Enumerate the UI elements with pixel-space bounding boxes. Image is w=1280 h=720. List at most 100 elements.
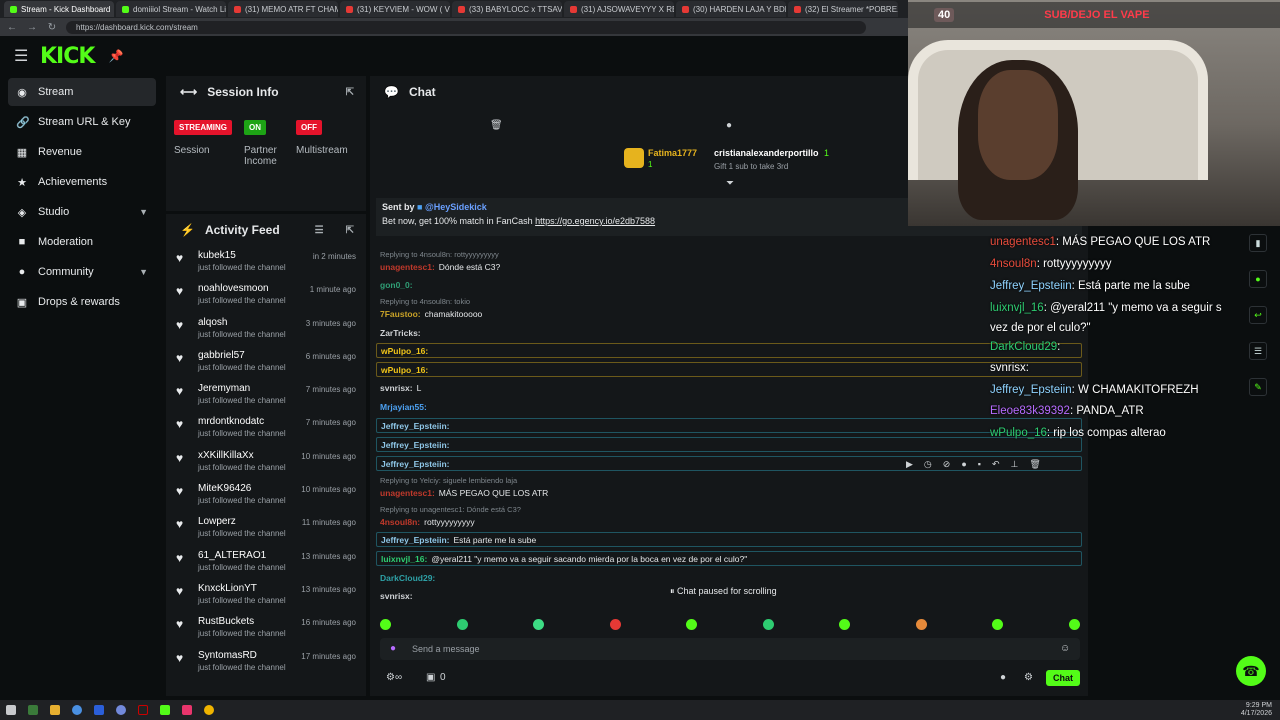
chat-message[interactable]: svnrisx:: [380, 591, 417, 601]
chat-message[interactable]: luixnvjl_16: @yeral211 "y memo va a segui…: [376, 551, 1082, 566]
feed-item[interactable]: ♥ xXKillKillaXx just followed the channel 1…: [166, 446, 366, 479]
chat-message[interactable]: unagentesc1: MÁS PEGAO QUE LOS ATR: [380, 488, 548, 498]
sidebar-item-community[interactable]: ● Community ▼: [8, 258, 156, 286]
chat-username[interactable]: wPulpo_16:: [381, 365, 428, 375]
chat-message[interactable]: Mrjayian55:: [380, 402, 431, 412]
browser-tab[interactable]: Stream - Kick Dashboard: [4, 1, 114, 17]
chat-username[interactable]: gon0_0:: [380, 280, 413, 290]
emote-picker-icon[interactable]: ☺: [1060, 643, 1070, 654]
sidebar-item-studio[interactable]: ◈ Studio ▼: [8, 198, 156, 226]
popout-icon[interactable]: ⇱: [346, 87, 354, 98]
menu-icon[interactable]: ☰: [14, 46, 30, 66]
reply-icon[interactable]: ↩: [1249, 306, 1267, 324]
chat-username[interactable]: 4nsoul8n:: [380, 517, 420, 527]
chat-message[interactable]: ZarTricks:: [380, 328, 425, 338]
delete-icon[interactable]: 🗑: [1029, 459, 1040, 473]
app-icon[interactable]: [28, 705, 38, 715]
emote-icon[interactable]: [456, 618, 468, 630]
sidebar-item-stream-url-key[interactable]: 🔗 Stream URL & Key: [8, 108, 156, 136]
chat-username[interactable]: unagentesc1:: [380, 488, 435, 498]
chat-username[interactable]: unagentesc1:: [380, 262, 435, 272]
sidebar-item-drops-rewards[interactable]: ▣ Drops & rewards: [8, 288, 156, 316]
back-icon[interactable]: ←: [6, 22, 18, 33]
chat-bubble-icon[interactable]: ●: [726, 120, 732, 131]
emote-icon[interactable]: [609, 618, 621, 630]
folder-icon[interactable]: [50, 705, 60, 715]
browser-tab[interactable]: (31) KEYVIEM - WOW ( VIDEO C...: [340, 1, 450, 17]
chat-message[interactable]: Jeffrey_Epsteiin:: [376, 437, 1082, 452]
pinned-user[interactable]: @HeySidekick: [425, 202, 487, 212]
trash-icon[interactable]: 🗑: [490, 120, 503, 131]
feed-item[interactable]: ♥ Lowperz just followed the channel 11 minu…: [166, 512, 366, 545]
chat-username[interactable]: luixnvjl_16:: [381, 554, 427, 564]
chat-username[interactable]: ZarTricks:: [380, 328, 421, 338]
chat-message[interactable]: svnrisx: L: [380, 383, 421, 393]
pin-icon[interactable]: ⊥: [1011, 459, 1019, 473]
gifter-name[interactable]: cristianalexanderportillo: [714, 148, 819, 158]
emote-icon[interactable]: [992, 618, 1004, 630]
feed-item[interactable]: ♥ mrdontknodatc just followed the channel 7…: [166, 412, 366, 445]
forward-icon[interactable]: →: [26, 22, 38, 33]
emote-icon[interactable]: [380, 618, 391, 630]
gift-user[interactable]: Fatima1777: [648, 148, 697, 158]
reply-icon[interactable]: ●: [961, 459, 966, 473]
app-icon[interactable]: [94, 705, 104, 715]
browser-tab[interactable]: domiiiol Stream - Watch Live o...: [116, 1, 226, 17]
emote-icon[interactable]: [1068, 618, 1080, 630]
feed-item[interactable]: ♥ Jeremyman just followed the channel 7 min…: [166, 379, 366, 412]
trash-icon[interactable]: ▮: [1249, 234, 1267, 252]
emote-icon[interactable]: [686, 618, 698, 630]
chat-paused-notice[interactable]: ⏸ Chat paused for scrolling: [670, 586, 777, 597]
gift-icon[interactable]: ▣: [426, 672, 435, 683]
chat-username[interactable]: svnrisx:: [380, 383, 413, 393]
chat-message[interactable]: wPulpo_16:: [376, 343, 1082, 358]
chat-message[interactable]: Jeffrey_Epsteiin: Está parte me la sube: [376, 532, 1082, 547]
address-input[interactable]: https://dashboard.kick.com/stream: [66, 20, 866, 34]
browser-tab[interactable]: (30) HARDEN LAJA Y BDREW S...: [676, 1, 786, 17]
kick-logo[interactable]: KICK: [40, 44, 95, 69]
chat-username[interactable]: Jeffrey_Epsteiin:: [381, 535, 450, 545]
chat-username[interactable]: Mrjayian55:: [380, 402, 427, 412]
channel-points-icon[interactable]: ⚙∞: [386, 672, 402, 683]
feed-item[interactable]: ♥ noahlovesmoon just followed the channel 1…: [166, 279, 366, 312]
chat-username[interactable]: Jeffrey_Epsteiin:: [381, 421, 450, 431]
feed-item[interactable]: ♥ kubek15 just followed the channel in 2 mi…: [166, 246, 366, 279]
chat-username[interactable]: wPulpo_16:: [381, 346, 428, 356]
pinned-link[interactable]: https://go.egency.io/e2db7588: [535, 216, 655, 226]
emote-icon[interactable]: [762, 618, 774, 630]
emote-icon[interactable]: [839, 618, 851, 630]
feed-item[interactable]: ♥ 61_ALTERAO1 just followed the channel 13 …: [166, 546, 366, 579]
chat-input[interactable]: Send a message: [380, 638, 1080, 660]
chat-message[interactable]: wPulpo_16:: [376, 362, 1082, 377]
support-chat-button[interactable]: ☎: [1236, 656, 1266, 686]
pin-icon[interactable]: 📌: [108, 49, 123, 63]
chat-username[interactable]: Jeffrey_Epsteiin:: [381, 440, 450, 450]
browser-tab[interactable]: (32) El Streamer *POBRE...: [788, 1, 898, 17]
kick-icon[interactable]: [160, 705, 170, 715]
collapse-icon[interactable]: ⏷: [726, 178, 734, 189]
chat-users-icon[interactable]: ●: [1000, 672, 1006, 683]
chat-username[interactable]: 7Faustoo:: [380, 309, 421, 319]
emote-icon[interactable]: [915, 618, 927, 630]
feed-item[interactable]: ♥ gabbriel57 just followed the channel 6 mi…: [166, 346, 366, 379]
mic-icon[interactable]: ●: [390, 643, 396, 654]
feed-item[interactable]: ♥ SyntomasRD just followed the channel 17 m…: [166, 646, 366, 679]
chat-username[interactable]: Jeffrey_Epsteiin:: [381, 459, 450, 469]
sidebar-item-revenue[interactable]: ▦ Revenue: [8, 138, 156, 166]
browser-icon[interactable]: [72, 705, 82, 715]
feed-item[interactable]: ♥ RustBuckets just followed the channel 16 …: [166, 612, 366, 645]
popout-icon[interactable]: ⇱: [346, 225, 354, 236]
app-icon[interactable]: [182, 705, 192, 715]
slash-icon[interactable]: ⊘: [943, 459, 951, 473]
chat-message[interactable]: Jeffrey_Epsteiin:: [376, 418, 1082, 433]
copy-icon[interactable]: ▪: [978, 459, 981, 473]
chat-message[interactable]: gon0_0:: [380, 280, 417, 290]
chat-message[interactable]: DarkCloud29:: [380, 573, 439, 583]
settings-icon[interactable]: ⚙: [1024, 672, 1033, 683]
list-icon[interactable]: ☰: [1249, 342, 1267, 360]
obs-icon[interactable]: [138, 705, 148, 715]
chat-message[interactable]: unagentesc1: Dónde está C3?: [380, 262, 500, 272]
undo-icon[interactable]: ↶: [992, 459, 1000, 473]
sidebar-item-stream[interactable]: ◉ Stream: [8, 78, 156, 106]
chrome-icon[interactable]: [204, 705, 214, 715]
